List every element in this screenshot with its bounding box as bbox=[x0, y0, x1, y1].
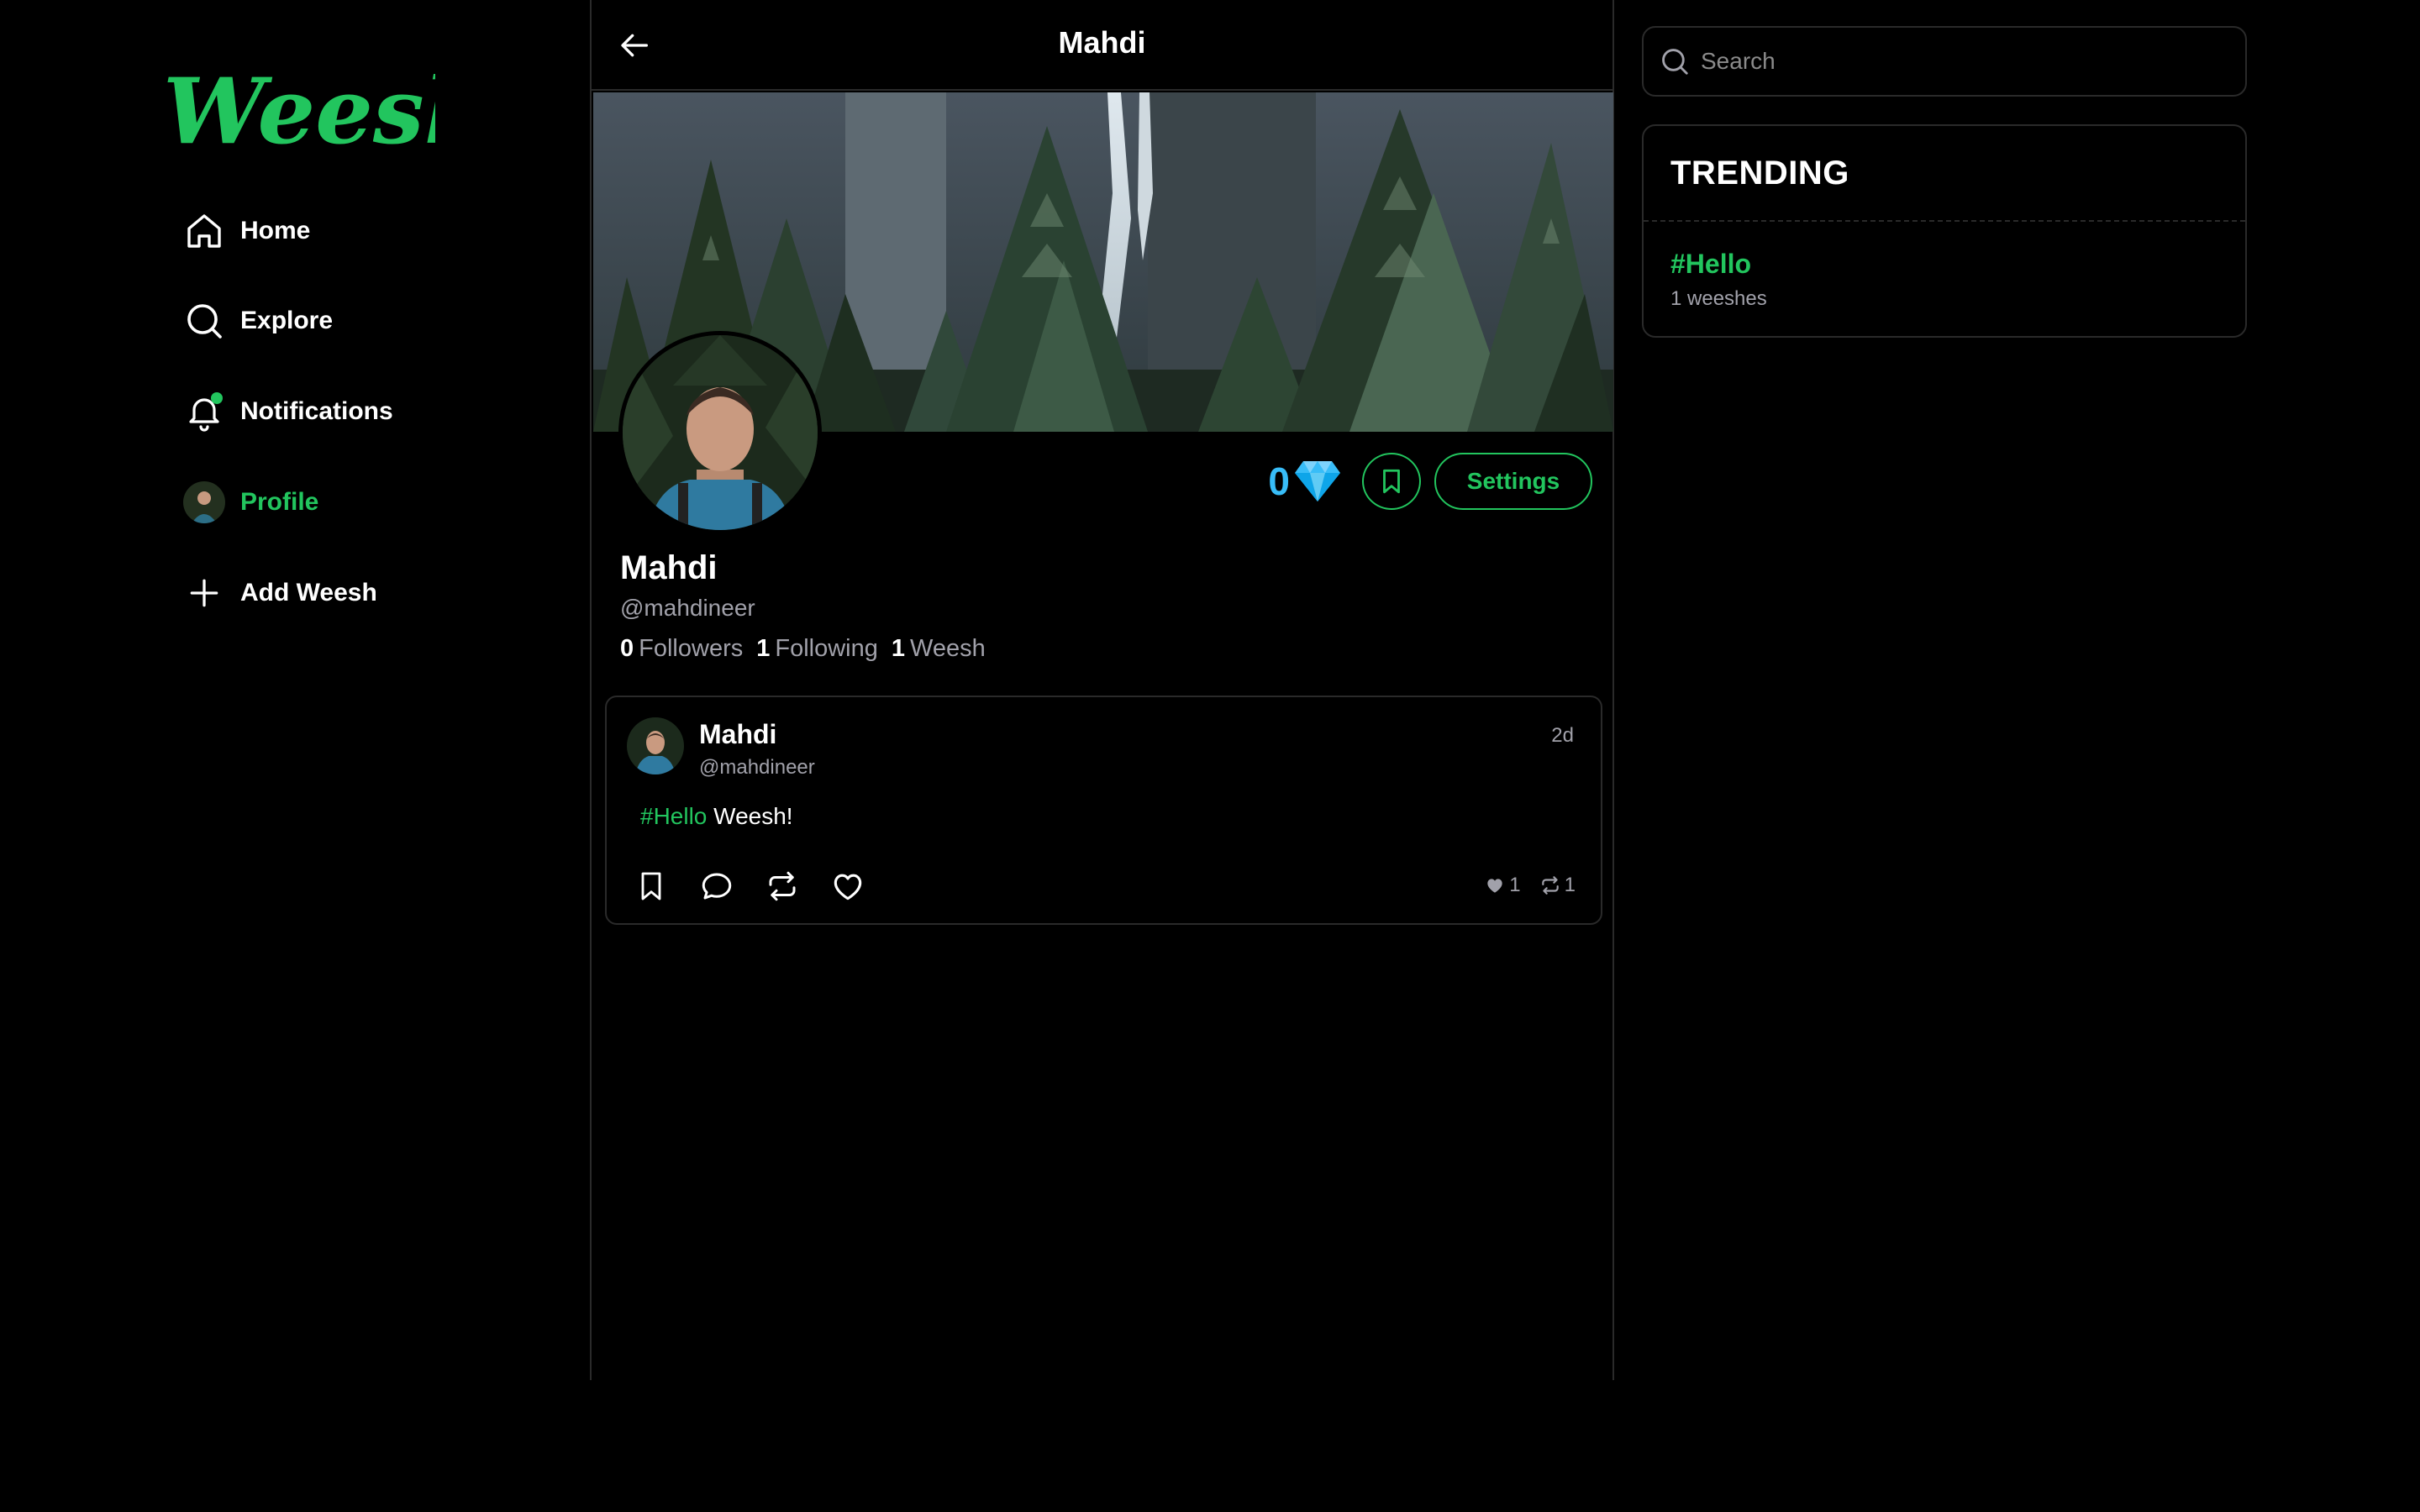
nav-notifications-label: Notifications bbox=[240, 397, 393, 425]
plus-icon bbox=[183, 572, 225, 614]
reweesh-count-value: 1 bbox=[1564, 874, 1576, 896]
profile-handle: @mahdineer bbox=[620, 595, 755, 621]
nav-profile-label: Profile bbox=[240, 488, 319, 516]
heart-filled-icon bbox=[1487, 879, 1502, 893]
nav-explore[interactable]: Explore bbox=[183, 296, 333, 346]
reweesh-count: 1 bbox=[1539, 874, 1576, 897]
like-count-value: 1 bbox=[1509, 874, 1521, 896]
post-text: #Hello Weesh! bbox=[640, 803, 793, 830]
nav-add-weesh-label: Add Weesh bbox=[240, 579, 377, 606]
logo-text: Weesh bbox=[163, 59, 435, 165]
bookmark-icon bbox=[641, 872, 661, 900]
followers-label: Followers bbox=[639, 635, 744, 662]
followers-count: 0 bbox=[620, 635, 634, 662]
post-timestamp: 2d bbox=[1551, 724, 1574, 747]
post-text-content: Weesh! bbox=[707, 803, 793, 829]
search-icon bbox=[183, 300, 225, 342]
settings-button[interactable]: Settings bbox=[1434, 453, 1592, 510]
post-counts: 1 1 bbox=[1465, 874, 1576, 897]
following-label: Following bbox=[775, 635, 878, 662]
search-icon bbox=[1662, 49, 1688, 75]
post-hashtag[interactable]: #Hello bbox=[640, 803, 707, 829]
post-avatar[interactable] bbox=[627, 717, 684, 774]
repost-icon bbox=[769, 871, 796, 901]
avatar bbox=[183, 481, 225, 523]
nav-add-weesh[interactable]: Add Weesh bbox=[183, 568, 377, 618]
trending-divider bbox=[1644, 220, 2245, 222]
like-count: 1 bbox=[1484, 874, 1521, 897]
comment-icon bbox=[702, 873, 732, 900]
following-stat[interactable]: 1 Following bbox=[756, 635, 878, 663]
gem-count: 0 bbox=[1268, 459, 1290, 503]
trending-item-tag[interactable]: #Hello bbox=[1670, 249, 1751, 280]
bell-icon bbox=[183, 391, 225, 433]
profile-avatar[interactable] bbox=[618, 331, 822, 534]
heart-icon bbox=[834, 874, 862, 900]
weesh-stat[interactable]: 1 Weesh bbox=[892, 635, 986, 663]
search-box[interactable] bbox=[1642, 26, 2247, 97]
left-sidebar: Weesh Home Explore Notifications Profile bbox=[0, 0, 590, 1380]
followers-stat[interactable]: 0 Followers bbox=[620, 635, 743, 663]
nav-profile[interactable]: Profile bbox=[183, 477, 318, 528]
trending-item-count: 1 weeshes bbox=[1670, 287, 1767, 310]
post-author-handle: @mahdineer bbox=[699, 756, 815, 779]
profile-actions: 0 Settings bbox=[1268, 453, 1592, 510]
nav-home-label: Home bbox=[240, 217, 311, 244]
weesh-card[interactable]: Mahdi @mahdineer 2d #Hello Weesh! 1 1 bbox=[605, 696, 1602, 925]
nav-notifications[interactable]: Notifications bbox=[183, 386, 393, 437]
trending-title: TRENDING bbox=[1670, 155, 1849, 192]
bookmark-button[interactable] bbox=[627, 862, 676, 911]
post-actions bbox=[627, 862, 889, 911]
like-button[interactable] bbox=[823, 862, 872, 911]
bookmark-icon bbox=[1383, 469, 1400, 494]
repost-small-icon bbox=[1541, 876, 1559, 895]
gem-balance[interactable]: 0 bbox=[1268, 459, 1342, 504]
home-icon bbox=[183, 210, 225, 252]
post-author-name[interactable]: Mahdi bbox=[699, 719, 776, 750]
weesh-logo[interactable]: Weesh bbox=[158, 55, 435, 165]
trending-panel: TRENDING #Hello 1 weeshes bbox=[1642, 124, 2247, 338]
nav-explore-label: Explore bbox=[240, 307, 334, 334]
gem-icon bbox=[1295, 461, 1340, 501]
profile-stats: 0 Followers 1 Following 1 Weesh bbox=[620, 635, 999, 663]
profile-name: Mahdi bbox=[620, 549, 718, 586]
notification-dot bbox=[211, 392, 223, 404]
reweesh-button[interactable] bbox=[758, 862, 807, 911]
bookmarks-button[interactable] bbox=[1362, 453, 1421, 510]
weesh-count: 1 bbox=[891, 635, 906, 662]
nav-home[interactable]: Home bbox=[183, 206, 310, 256]
reply-button[interactable] bbox=[692, 862, 741, 911]
top-bar: Mahdi bbox=[592, 0, 1612, 91]
page-title: Mahdi bbox=[1058, 25, 1146, 60]
search-input[interactable] bbox=[1701, 48, 2205, 75]
weesh-label: Weesh bbox=[910, 635, 986, 662]
profile-column: Mahdi 0 Settings Mahdi @mahdineer 0 Foll… bbox=[590, 0, 1614, 1380]
following-count: 1 bbox=[756, 635, 771, 662]
